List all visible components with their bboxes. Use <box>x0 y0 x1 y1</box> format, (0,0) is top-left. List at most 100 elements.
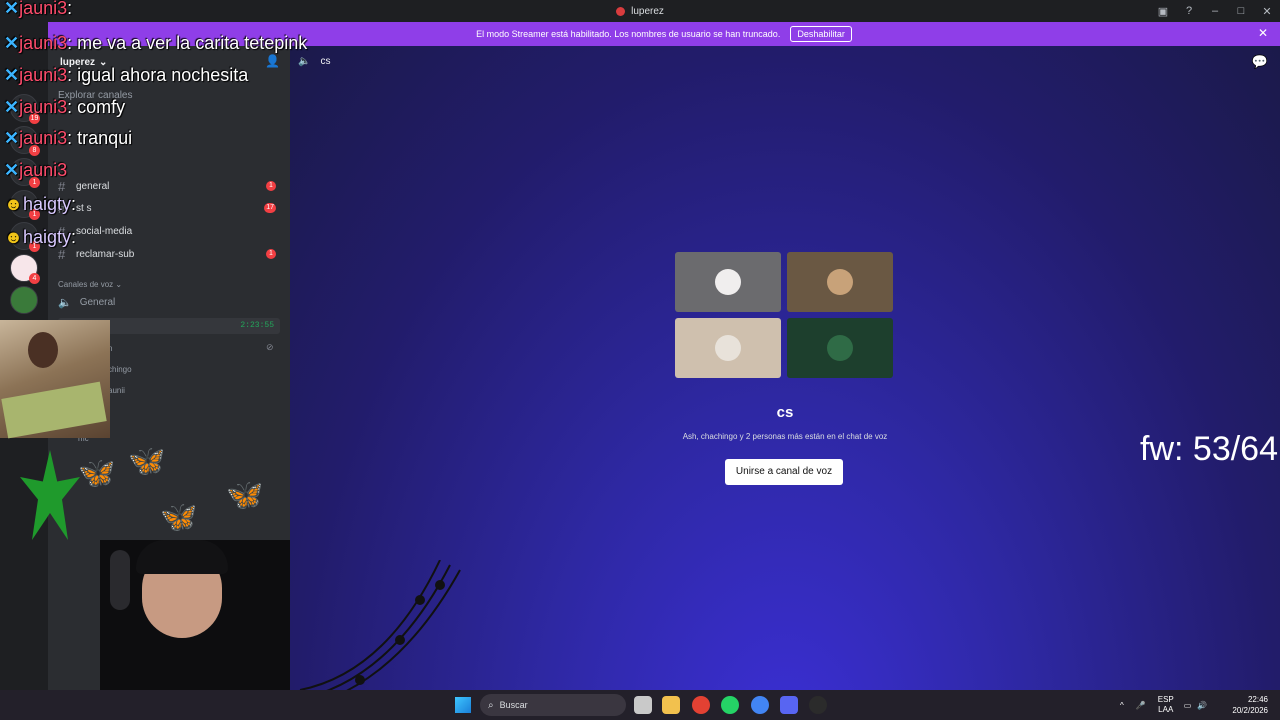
chat-text: : <box>67 0 73 18</box>
voice-user[interactable]: chingo <box>108 365 132 374</box>
minimize-button[interactable]: – <box>1202 5 1228 17</box>
clock-time: 22:46 <box>1247 695 1268 704</box>
webcam-overlay <box>0 320 110 439</box>
butterfly-icon: 🦋 <box>226 479 264 512</box>
chrome-icon[interactable] <box>692 696 710 714</box>
x-icon: ✕ <box>4 65 20 85</box>
chat-line: ✕jauni3 <box>4 160 67 181</box>
help-icon[interactable]: ? <box>1176 5 1202 17</box>
x-icon: ✕ <box>4 33 20 53</box>
channel-general[interactable]: # general 1 <box>58 177 280 195</box>
whatsapp-icon[interactable] <box>721 696 739 714</box>
avatar <box>827 269 853 295</box>
channel-label: st s <box>76 202 92 214</box>
chat-text: : igual ahora nochesita <box>67 65 249 85</box>
stage-subtitle: Ash, chachingo y 2 personas más están en… <box>682 432 888 441</box>
chat-username: jauni3 <box>19 0 68 18</box>
channel-label: general <box>76 180 110 192</box>
chat-username: haigty <box>22 194 71 214</box>
avatar <box>715 269 741 295</box>
title-bar: luperez ▣ ? – □ ✕ <box>0 0 1280 22</box>
voice-category[interactable]: Canales de voz ⌄ <box>58 280 122 289</box>
x-icon: ✕ <box>4 0 20 18</box>
deafen-icon: ⊘ <box>266 342 274 352</box>
x-icon: ✕ <box>4 160 20 180</box>
language-indicator[interactable]: ESP LAA <box>1158 695 1174 715</box>
chat-username: jauni3 <box>19 128 68 148</box>
category-label: Canales de voz <box>58 280 114 289</box>
server-icon[interactable]: 4 <box>10 254 40 284</box>
chat-username: jauni3 <box>19 97 68 117</box>
chat-text: : tranqui <box>67 128 133 148</box>
chat-username: jauni3 <box>19 65 68 85</box>
taskbar: ⌕ Buscar ^ 🎤 ESP LAA ▭ 🔊 22:46 20/2/2026 <box>0 690 1280 720</box>
butterfly-icon: 🦋 <box>128 445 166 478</box>
search-icon: ⌕ <box>488 699 494 711</box>
channel-social-media[interactable]: # social-media <box>58 222 280 240</box>
unread-badge: 1 <box>266 249 276 259</box>
channel-reclamar-sub[interactable]: # reclamar-sub 1 <box>58 245 280 263</box>
windows-start-icon[interactable] <box>455 697 471 713</box>
volume-icon[interactable]: 🔊 <box>1197 701 1207 710</box>
discord-icon[interactable] <box>780 696 798 714</box>
clock[interactable]: 22:46 20/2/2026 <box>1232 694 1268 716</box>
file-explorer-icon[interactable] <box>662 696 680 714</box>
chat-line: ✕jauni3: tranqui <box>4 128 132 149</box>
x-icon: ✕ <box>4 97 20 117</box>
add-member-icon[interactable]: 👤 <box>265 54 280 68</box>
window-title: luperez <box>631 5 664 17</box>
voice-timer: 2:23:55 <box>240 321 274 330</box>
tray-icons: ^ 🎤 ESP LAA ▭ 🔊 <box>1120 690 1207 720</box>
participant-tile[interactable] <box>787 252 893 312</box>
server-icon[interactable] <box>10 286 38 314</box>
obs-icon[interactable] <box>809 696 827 714</box>
speaker-icon: 🔈 <box>58 297 72 309</box>
network-icon[interactable]: ▭ <box>1184 701 1192 710</box>
headset-image <box>110 550 130 610</box>
inbox-icon[interactable]: ▣ <box>1150 5 1176 18</box>
chat-line: ✕jauni3: <box>4 0 72 19</box>
channel-title: cs <box>320 56 331 67</box>
participant-tile[interactable] <box>787 318 893 378</box>
participant-tile[interactable] <box>675 318 781 378</box>
avatar <box>827 335 853 361</box>
chat-text: : comfy <box>67 97 126 117</box>
app-logo-icon <box>616 6 626 16</box>
unread-badge: 1 <box>266 181 276 191</box>
maximize-button[interactable]: □ <box>1228 5 1254 17</box>
speaker-icon: 🔈 <box>298 56 311 67</box>
chrome-alt-icon[interactable] <box>751 696 769 714</box>
chat-text: : <box>71 194 77 214</box>
x-icon: ✕ <box>4 128 20 148</box>
taskbar-search[interactable]: ⌕ Buscar <box>480 694 626 716</box>
chat-line: ✕jauni3: me va a ver la carita tetepink <box>4 33 307 54</box>
badge-icon: ☻ <box>4 194 23 214</box>
close-icon[interactable]: ✕ <box>1258 26 1268 40</box>
cap-image <box>136 540 228 574</box>
join-voice-button[interactable]: Unirse a canal de voz <box>725 459 843 485</box>
close-window-button[interactable]: ✕ <box>1254 5 1280 18</box>
butterfly-icon: 🦋 <box>160 501 198 534</box>
voice-user[interactable]: aunii <box>108 386 125 395</box>
language-bottom: LAA <box>1158 705 1174 714</box>
chat-username: haigty <box>22 227 71 247</box>
voice-channel-general[interactable]: 🔈 General <box>58 296 115 309</box>
chat-line: ✕jauni3: comfy <box>4 97 125 118</box>
clock-date: 20/2/2026 <box>1232 706 1268 715</box>
channel-header: 🔈 cs <box>298 56 330 67</box>
channel-label: social-media <box>76 225 133 237</box>
unread-badge: 17 <box>264 203 276 213</box>
hash-icon: # <box>58 246 66 262</box>
participant-tile[interactable] <box>675 252 781 312</box>
fw-counter-overlay: fw: 53/64 <box>1140 430 1278 468</box>
stage-title: cs <box>776 404 794 421</box>
chat-username: jauni3 <box>19 33 68 53</box>
language-top: ESP <box>1157 695 1174 704</box>
chat-text: : me va a ver la carita tetepink <box>67 33 308 53</box>
chevron-up-icon[interactable]: ^ <box>1120 701 1124 710</box>
channel-streams[interactable]: # st s 17 <box>58 199 280 217</box>
task-view-icon[interactable] <box>634 696 652 714</box>
microphone-icon[interactable]: 🎤 <box>1136 701 1146 710</box>
disable-streamer-button[interactable]: Deshabilitar <box>790 26 852 42</box>
chat-icon[interactable]: 💬 <box>1252 54 1268 70</box>
